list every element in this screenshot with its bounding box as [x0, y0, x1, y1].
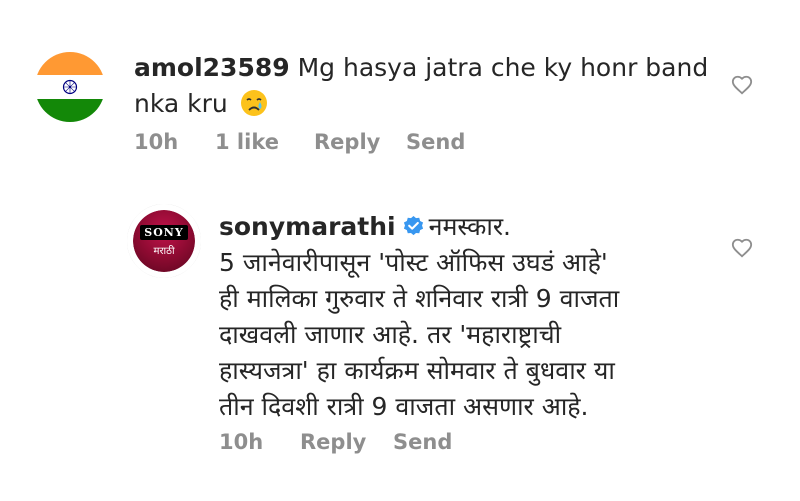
flag-saffron-band — [35, 52, 105, 76]
send-button[interactable]: Send — [393, 430, 452, 454]
like-count-link[interactable]: 1 like — [215, 130, 279, 154]
comment-text: नमस्कार. — [428, 212, 511, 241]
comment-text: Mg hasya jatra che ky honr band — [297, 53, 709, 82]
ashoka-chakra-icon — [62, 79, 78, 95]
comment-timestamp: 10h — [219, 430, 264, 454]
comment-meta: 10h Reply Send — [0, 430, 800, 458]
comment-line-5: हास्यजत्रा' हा कार्यक्रम सोमवार ते बुधवा… — [219, 356, 615, 385]
sony-logo-text: SONY — [140, 225, 188, 240]
crying-face-emoji-icon — [240, 90, 267, 116]
user-avatar[interactable]: SONY मराठी — [130, 207, 198, 275]
sony-marathi-logo: SONY मराठी — [133, 210, 195, 272]
comment-line-1: amol23589 Mg hasya jatra che ky honr ban… — [134, 50, 714, 86]
marathi-logo-text: मराठी — [153, 246, 175, 257]
reply-button[interactable]: Reply — [314, 130, 380, 154]
comment-line-2: nka kru — [134, 86, 714, 122]
comment-username[interactable]: amol23589 — [134, 53, 290, 82]
comment-text-continued: nka kru — [134, 89, 228, 118]
comment-line-1: sonymarathi नमस्कार. — [219, 209, 719, 245]
comment-meta: 10h 1 like Reply Send — [0, 130, 800, 158]
comment-username[interactable]: sonymarathi — [219, 212, 396, 241]
like-heart-icon[interactable] — [731, 74, 753, 96]
reply-button[interactable]: Reply — [300, 430, 366, 454]
comment-line-4: दाखवली जाणार आहे. तर 'महाराष्ट्राची — [219, 320, 562, 349]
comment-line-2: 5 जानेवारीपासून 'पोस्ट ऑफिस उघडं आहे' — [219, 248, 608, 277]
comment-timestamp: 10h — [134, 130, 179, 154]
comment-body: amol23589 Mg hasya jatra che ky honr ban… — [134, 50, 714, 122]
flag-white-band — [35, 75, 105, 99]
comment-line-3: ही मालिका गुरुवार ते शनिवार रात्री 9 वाज… — [219, 284, 620, 313]
verified-badge-icon — [403, 215, 423, 236]
comment-line-6: तीन दिवशी रात्री 9 वाजता असणार आहे. — [219, 392, 589, 421]
flag-green-band — [35, 98, 105, 122]
like-heart-icon[interactable] — [731, 237, 753, 259]
user-avatar[interactable] — [35, 52, 105, 122]
send-button[interactable]: Send — [406, 130, 465, 154]
comment-body: sonymarathi नमस्कार. 5 जानेवारीपासून 'पो… — [219, 209, 719, 425]
